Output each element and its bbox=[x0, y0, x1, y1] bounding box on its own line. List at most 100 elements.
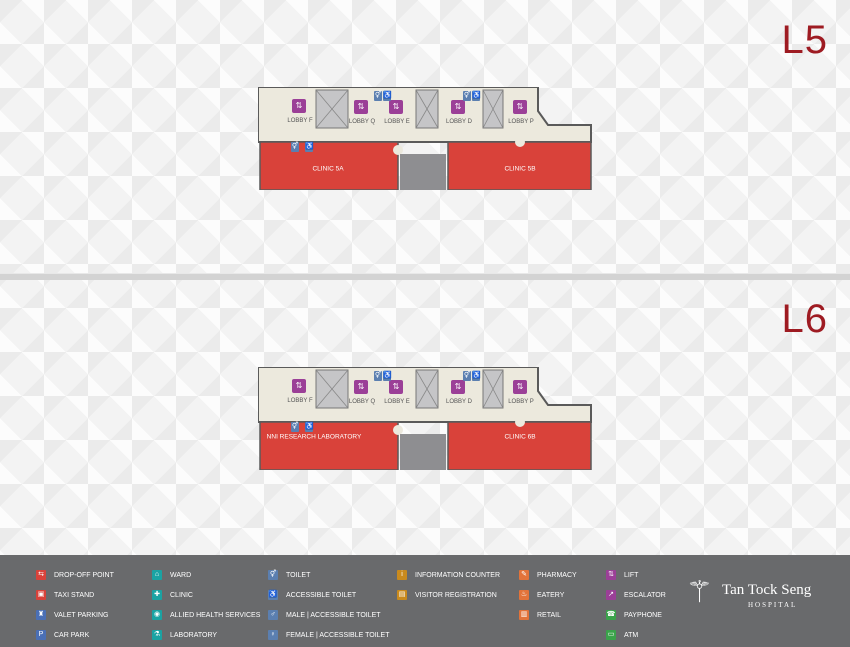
lobby-label: LOBBY P bbox=[508, 399, 534, 405]
lift-icon: ⇅ bbox=[451, 380, 465, 394]
service-core bbox=[400, 434, 446, 470]
floor-panel-l5: L5 ⇅ LOBBY F ⇅ LOBBY Q ⇅ LOBBY E ⇅ LOBBY… bbox=[0, 0, 850, 274]
lift-icon: ⇅ bbox=[389, 100, 403, 114]
legend-label: DROP-OFF POINT bbox=[54, 571, 114, 579]
male-accessible-toilet-icon: ♂ bbox=[268, 610, 278, 620]
legend-item: ▥ RETAIL bbox=[519, 605, 577, 625]
payphone-icon: ☎ bbox=[606, 610, 616, 620]
toilet-icon: ⚥ bbox=[463, 91, 471, 101]
legend-label: RETAIL bbox=[537, 611, 561, 619]
lift-icon: ⇅ bbox=[606, 570, 616, 580]
legend-item: ▣ TAXI STAND bbox=[36, 585, 114, 605]
legend-item: ♜ VALET PARKING bbox=[36, 605, 114, 625]
legend-item: P CAR PARK bbox=[36, 625, 114, 645]
legend-label: PAYPHONE bbox=[624, 611, 662, 619]
visitor-registration-icon: ▤ bbox=[397, 590, 407, 600]
legend-column: ⚥ TOILET ♿ ACCESSIBLE TOILET ♂ MALE | ACCESSI… bbox=[268, 565, 390, 645]
ward-icon: ⌂ bbox=[152, 570, 162, 580]
floor-plan: ⇅ LOBBY F ⇅ LOBBY Q ⇅ LOBBY E ⇅ LOBBY D … bbox=[258, 367, 598, 470]
legend-label: VISITOR REGISTRATION bbox=[415, 591, 497, 599]
accessible-toilet-icon: ♿ bbox=[383, 91, 392, 101]
escalator-icon: ↗ bbox=[606, 590, 616, 600]
legend-column: ⇅ LIFT ↗ ESCALATOR ☎ PAYPHONE ▭ ATM bbox=[606, 565, 666, 645]
legend-item: ⇅ LIFT bbox=[606, 565, 666, 585]
lobby-label: LOBBY P bbox=[508, 119, 534, 125]
car-dropoff-icon: ⇆ bbox=[36, 570, 46, 580]
floor-plan-shape bbox=[258, 87, 592, 190]
legend-column: i INFORMATION COUNTER ▤ VISITOR REGISTRATIO… bbox=[397, 565, 500, 605]
clinic-icon: ✚ bbox=[152, 590, 162, 600]
lift-icon: ⇅ bbox=[292, 99, 306, 113]
legend-item: ☎ PAYPHONE bbox=[606, 605, 666, 625]
atm-icon: ▭ bbox=[606, 630, 616, 640]
lift-icon: ⇅ bbox=[451, 100, 465, 114]
legend-label: TOILET bbox=[286, 571, 311, 579]
legend-item: i INFORMATION COUNTER bbox=[397, 565, 500, 585]
legend-label: INFORMATION COUNTER bbox=[415, 571, 501, 579]
legend-label: LABORATORY bbox=[170, 631, 218, 639]
car-park-icon: P bbox=[36, 630, 46, 640]
lobby-label: LOBBY E bbox=[384, 399, 410, 405]
legend-label: ACCESSIBLE TOILET bbox=[286, 591, 357, 599]
legend-column: ✎ PHARMACY ♨ EATERY ▥ RETAIL bbox=[519, 565, 577, 625]
legend-item: ⇆ DROP-OFF POINT bbox=[36, 565, 114, 585]
legend-item: ♨ EATERY bbox=[519, 585, 577, 605]
legend-item: ⚗ LABORATORY bbox=[152, 625, 260, 645]
legend-label: EATERY bbox=[537, 591, 565, 599]
accessible-toilet-icon: ♿ bbox=[268, 590, 278, 600]
legend-label: ESCALATOR bbox=[624, 591, 666, 599]
legend-item: ▤ VISITOR REGISTRATION bbox=[397, 585, 500, 605]
toilet-icon: ⚥ bbox=[291, 142, 299, 152]
toilet-icon: ⚥ bbox=[291, 422, 299, 432]
level-label: L6 bbox=[781, 297, 828, 341]
legend-item: ✚ CLINIC bbox=[152, 585, 260, 605]
toilet-icon: ⚥ bbox=[374, 91, 382, 101]
legend-label: ALLIED HEALTH SERVICES bbox=[170, 611, 261, 619]
legend-label: CAR PARK bbox=[54, 631, 90, 639]
legend-label: VALET PARKING bbox=[54, 611, 109, 619]
floor-plan: ⇅ LOBBY F ⇅ LOBBY Q ⇅ LOBBY E ⇅ LOBBY D … bbox=[258, 87, 598, 190]
lift-icon: ⇅ bbox=[513, 100, 527, 114]
legend-label: WARD bbox=[170, 571, 192, 579]
legend-item: ♀ FEMALE | ACCESSIBLE TOILET bbox=[268, 625, 390, 645]
taxi-icon: ▣ bbox=[36, 590, 46, 600]
room-label: CLINIC 5B bbox=[504, 165, 536, 173]
clinic-area bbox=[447, 421, 592, 470]
legend-label: PHARMACY bbox=[537, 571, 577, 579]
floor-panel-l6: L6 ⇅ LOBBY F ⇅ LOBBY Q ⇅ LOBBY E ⇅ LOBBY… bbox=[0, 279, 850, 555]
floor-plan-shape bbox=[258, 367, 592, 470]
legend-item: ⚥ TOILET bbox=[268, 565, 390, 585]
room-label: NNI RESEARCH LABORATORY bbox=[266, 433, 362, 441]
legend-item: ♿ ACCESSIBLE TOILET bbox=[268, 585, 390, 605]
lobby-label: LOBBY D bbox=[446, 119, 472, 125]
lobby-label: LOBBY Q bbox=[348, 119, 376, 125]
lift-icon: ⇅ bbox=[354, 100, 368, 114]
hospital-logo: ⚚ Tan Tock Seng HOSPITAL bbox=[686, 576, 836, 616]
lobby-label: LOBBY E bbox=[384, 119, 410, 125]
toilet-icon: ⚥ bbox=[268, 570, 278, 580]
brand-subtitle: HOSPITAL bbox=[748, 601, 798, 609]
lobby-label: LOBBY F bbox=[287, 398, 313, 404]
lift-icon: ⇅ bbox=[389, 380, 403, 394]
valet-icon: ♜ bbox=[36, 610, 46, 620]
lift-icon: ⇅ bbox=[513, 380, 527, 394]
eatery-icon: ♨ bbox=[519, 590, 529, 600]
room-label: CLINIC 5A bbox=[312, 165, 344, 173]
legend-label: LIFT bbox=[624, 571, 639, 579]
accessible-toilet-icon: ♿ bbox=[472, 371, 481, 381]
accessible-toilet-icon: ♿ bbox=[383, 371, 392, 381]
logo-mark-icon: ⚚ bbox=[686, 576, 713, 609]
legend-label: TAXI STAND bbox=[54, 591, 95, 599]
level-label: L5 bbox=[781, 18, 828, 62]
legend-item: ✎ PHARMACY bbox=[519, 565, 577, 585]
accessible-toilet-icon: ♿ bbox=[305, 422, 314, 432]
information-icon: i bbox=[397, 570, 407, 580]
legend-item: ↗ ESCALATOR bbox=[606, 585, 666, 605]
legend-item: ⌂ WARD bbox=[152, 565, 260, 585]
toilet-icon: ⚥ bbox=[463, 371, 471, 381]
accessible-toilet-icon: ♿ bbox=[305, 142, 314, 152]
brand-name: Tan Tock Seng bbox=[722, 582, 812, 598]
lift-icon: ⇅ bbox=[354, 380, 368, 394]
toilet-icon: ⚥ bbox=[374, 371, 382, 381]
pharmacy-icon: ✎ bbox=[519, 570, 529, 580]
